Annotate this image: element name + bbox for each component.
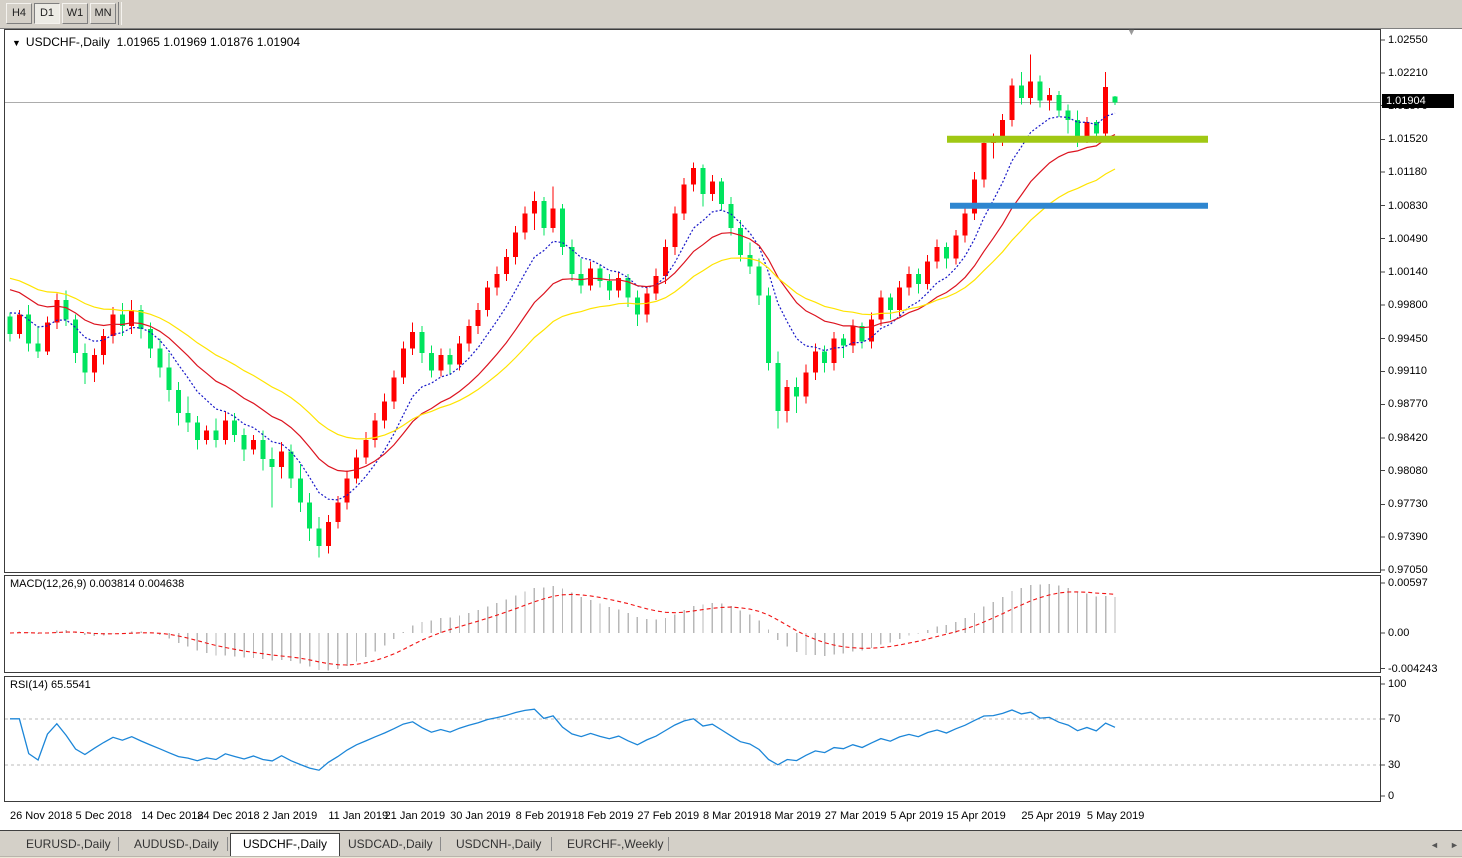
rsi-axis-label: 0 [1388,790,1395,802]
tab-separator [551,837,552,851]
macd-axis-label: 0.00597 [1388,577,1428,589]
date-axis-label: 27 Mar 2019 [824,810,887,822]
price-axis-label: 0.98080 [1388,464,1428,477]
price-axis-label: 0.99450 [1388,332,1428,345]
date-axis-label: 25 Apr 2019 [1021,810,1081,822]
price-axis-label: 0.99800 [1388,299,1428,311]
price-axis-label: 1.01520 [1388,133,1428,146]
tab-separator [668,837,669,851]
price-axis-label: 1.00140 [1388,266,1428,279]
date-axis-label: 5 May 2019 [1086,810,1145,822]
rsi-axis-label: 30 [1388,759,1401,772]
price-axis-label: 0.97390 [1388,531,1428,544]
tab-usdcnh-daily[interactable]: USDCNH-,Daily [444,834,553,855]
rsi-axis-label: 70 [1388,712,1401,725]
price-axis-label: 1.01180 [1388,166,1427,179]
chart-ohlc-values: 1.01965 1.01969 1.01876 1.01904 [116,35,301,49]
chart-canvas[interactable] [0,0,1462,858]
tab-separator [440,837,441,851]
symbol-dropdown-icon[interactable]: ▼ [12,38,21,48]
date-axis-label: 5 Dec 2018 [75,810,132,822]
date-axis-label: 15 Apr 2019 [946,810,1006,822]
current-price-tag: 1.01904 [1382,94,1454,108]
resistance-band [947,135,1208,143]
price-axis-label: 1.00490 [1388,232,1428,245]
ma-line-mid [9,134,1116,473]
date-axis-label: 27 Feb 2019 [637,810,700,822]
date-axis-label: 11 Jan 2019 [328,810,389,822]
price-axis-label: 1.00830 [1388,199,1428,212]
terminal-window: H4 D1 W1 MN ▼ USDCHF-,Daily 1.01965 1.019… [0,0,1462,858]
date-axis-label: 8 Mar 2019 [702,810,759,822]
date-axis-label: 18 Feb 2019 [571,810,634,822]
price-axis-label: 1.02550 [1388,34,1428,46]
support-band [950,202,1208,209]
price-axis-label: 0.99110 [1388,365,1427,378]
candles [7,54,1118,558]
date-axis-label: 21 Jan 2019 [384,810,446,822]
tab-audusd-daily[interactable]: AUDUSD-,Daily [122,834,231,855]
date-axis-label: 26 Nov 2018 [10,810,73,822]
ma-line-fast [9,112,1116,501]
date-axis-label: 14 Dec 2018 [141,810,204,822]
price-axis-label: 1.02210 [1388,66,1428,79]
date-axis-label: 18 Mar 2019 [759,810,821,822]
date-axis-label: 24 Dec 2018 [197,810,260,822]
date-axis-label: 30 Jan 2019 [450,810,511,822]
price-axis-label: 0.97730 [1388,498,1428,511]
chart-title: ▼ USDCHF-,Daily 1.01965 1.01969 1.01876 1… [12,35,300,49]
chart-symbol-label: USDCHF-,Daily [25,35,110,49]
tab-separator [118,837,119,851]
tab-eurusd-daily[interactable]: EURUSD-,Daily [14,834,123,855]
price-axis-label: 0.98770 [1388,398,1428,411]
tab-usdcad-daily[interactable]: USDCAD-,Daily [336,834,445,855]
date-axis-label: 8 Feb 2019 [515,810,572,822]
tab-eurchf-weekly[interactable]: EURCHF-,Weekly [555,834,675,855]
price-axis-label: 0.97050 [1388,564,1428,576]
macd-axis-label: 0.00 [1388,627,1410,639]
rsi-axis-label: 100 [1388,678,1407,690]
macd-axis-label: -0.004243 [1388,662,1438,675]
scroll-to-end-marker-icon[interactable]: ▼ [1127,27,1136,37]
tab-scroll-left-icon[interactable]: ◄ [1430,840,1439,850]
macd-histogram [18,584,1116,671]
price-axis-label: 0.98420 [1388,431,1428,444]
chart-tab-bar: EURUSD-,Daily AUDUSD-,Daily USDCHF-,Dail… [0,830,1462,856]
macd-indicator-label: MACD(12,26,9) 0.003814 0.004638 [10,578,185,590]
tab-separator [227,837,228,851]
date-axis-label: 2 Jan 2019 [262,810,318,822]
date-axis-label: 5 Apr 2019 [890,810,944,822]
tab-usdchf-daily[interactable]: USDCHF-,Daily [230,833,340,856]
rsi-indicator-label: RSI(14) 65.5541 [10,679,91,691]
tab-scroll-right-icon[interactable]: ► [1450,840,1459,850]
